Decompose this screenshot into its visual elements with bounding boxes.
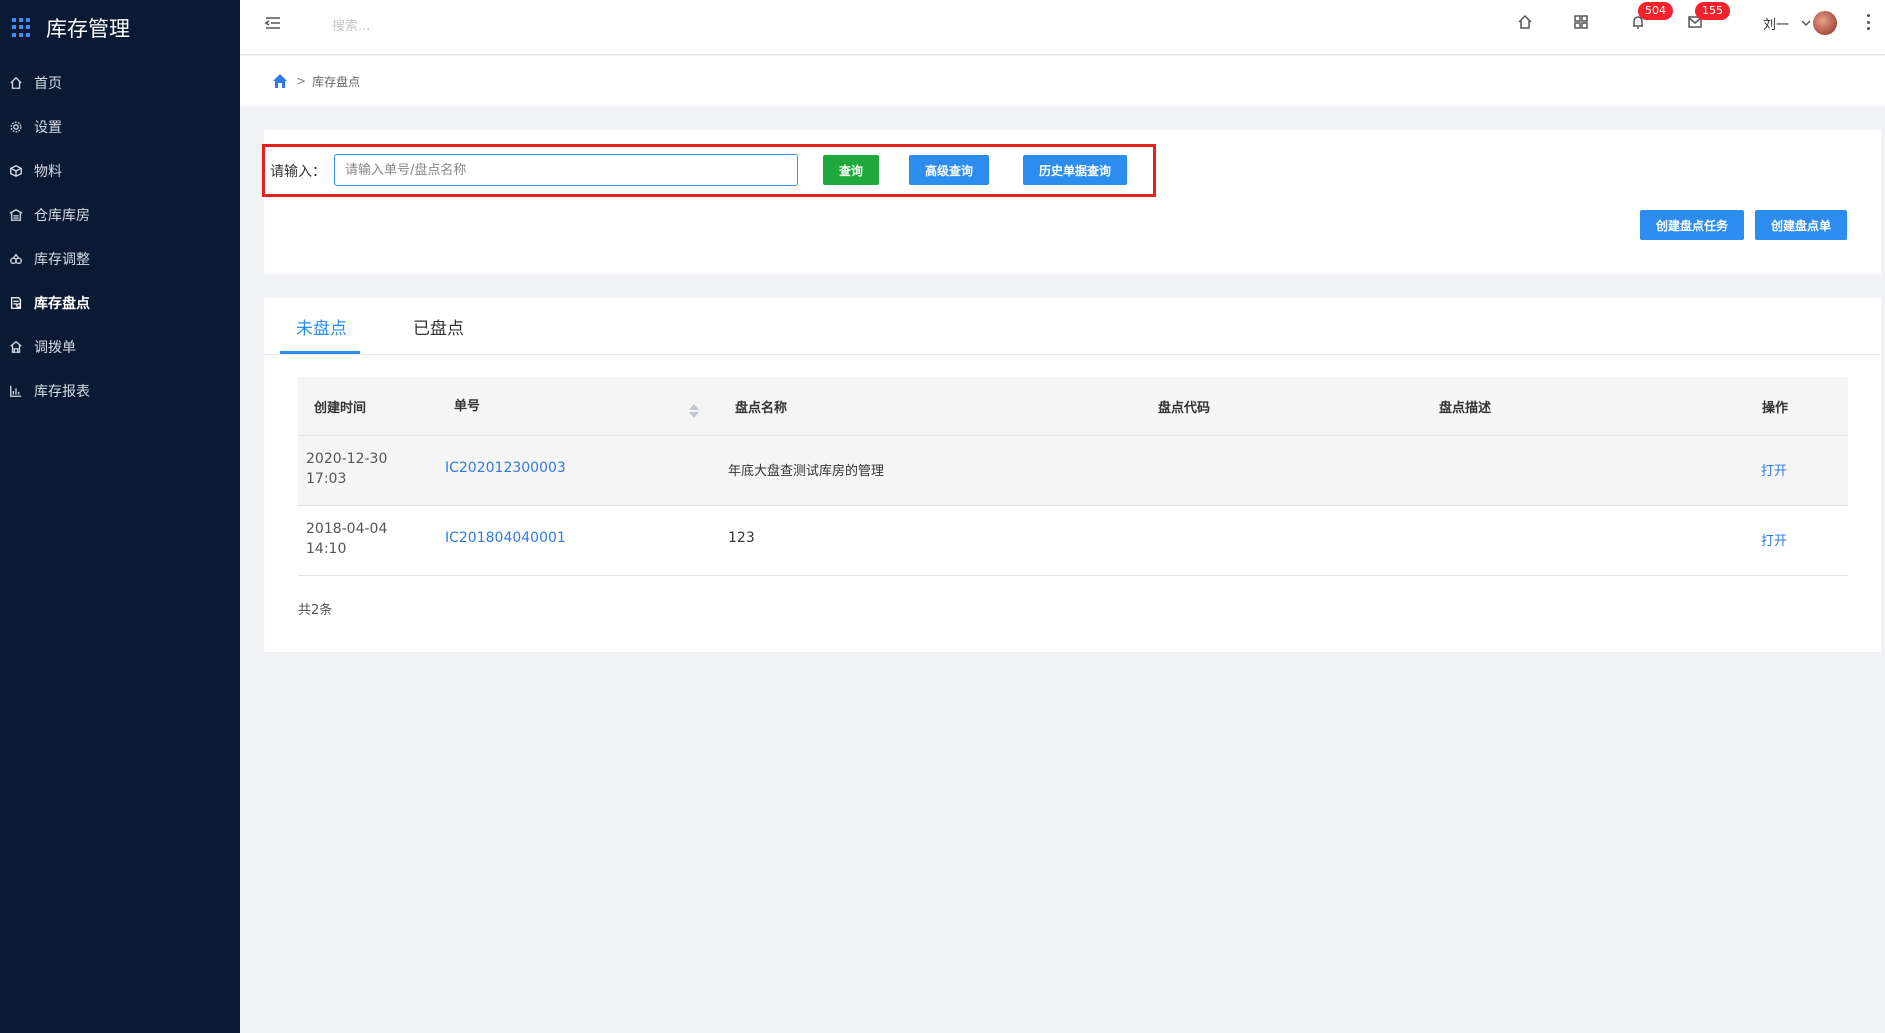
created-clock: 17:03 (306, 471, 347, 487)
sidebar-item-home[interactable]: 首页 (0, 61, 240, 105)
brand: 库存管理 (0, 0, 240, 55)
total-count: 共2条 (298, 603, 333, 618)
created-time-cell: 2020-12-30 17:03 (306, 449, 406, 489)
column-header[interactable]: 单号 (454, 395, 480, 414)
open-link[interactable]: 打开 (1761, 530, 1787, 549)
check-name-cell: 年底大盘查测试库房的管理 (728, 464, 885, 479)
breadcrumb-current: 库存盘点 (312, 74, 361, 89)
home-icon[interactable] (1517, 14, 1535, 32)
create-check-task-button[interactable]: 创建盘点任务 (1640, 210, 1744, 240)
created-date: 2020-12-30 (306, 451, 388, 467)
highlight-box (262, 144, 1156, 197)
adjust-icon (8, 251, 24, 267)
chevron-down-icon[interactable] (1801, 16, 1811, 27)
column-header[interactable]: 盘点代码 (1158, 397, 1210, 416)
home-icon (8, 75, 24, 91)
column-header[interactable]: 盘点名称 (735, 397, 787, 416)
sidebar-item-label: 设置 (34, 120, 62, 136)
sidebar-item-label: 物料 (34, 164, 62, 180)
sidebar-item-label: 库存盘点 (34, 296, 90, 312)
top-header: 504 155 刘一 (240, 0, 1885, 55)
sidebar-item-materials[interactable]: 物料 (0, 149, 240, 193)
sidebar-item-label: 库存报表 (34, 384, 90, 400)
global-search-input[interactable] (332, 14, 512, 38)
sidebar-item-label: 库存调整 (34, 252, 90, 268)
order-number-link[interactable]: IC202012300003 (445, 460, 566, 476)
app-title: 库存管理 (46, 16, 130, 41)
sidebar-item-stock-report[interactable]: 库存报表 (0, 369, 240, 413)
box-icon (8, 163, 24, 179)
column-header[interactable]: 创建时间 (314, 397, 366, 416)
table-header: 创建时间 单号 盘点名称 盘点代码 盘点描述 操作 (298, 377, 1848, 436)
inventory-check-icon (8, 295, 24, 311)
notification-badge: 504 (1638, 2, 1673, 20)
message-icon[interactable]: 155 (1687, 2, 1730, 32)
sidebar-item-transfer[interactable]: 调拨单 (0, 325, 240, 369)
column-header: 操作 (1762, 401, 1789, 416)
active-tab-indicator (280, 351, 360, 354)
tab-checked[interactable]: 已盘点 (413, 314, 464, 339)
sidebar-item-settings[interactable]: 设置 (0, 105, 240, 149)
tab-bar: 未盘点 已盘点 (264, 298, 1881, 355)
table-row: 2020-12-30 17:03 IC202012300003 年底大盘查测试库… (298, 436, 1848, 506)
bar-chart-icon (8, 383, 24, 399)
check-name-cell: 123 (728, 530, 755, 546)
breadcrumb-separator: > (296, 74, 307, 88)
home-icon[interactable] (272, 73, 288, 89)
breadcrumb: > 库存盘点 (240, 56, 1885, 106)
created-date: 2018-04-04 (306, 521, 388, 537)
notification-bell-icon[interactable]: 504 (1630, 2, 1673, 32)
settings-icon (8, 119, 24, 135)
menu-collapse-icon[interactable] (263, 13, 283, 33)
more-vertical-icon[interactable] (1867, 14, 1871, 30)
sort-icon[interactable] (688, 402, 700, 420)
sidebar-item-warehouse[interactable]: 仓库库房 (0, 193, 240, 237)
column-header[interactable]: 盘点描述 (1439, 397, 1491, 416)
avatar[interactable] (1813, 11, 1837, 35)
user-name[interactable]: 刘一 (1763, 14, 1789, 33)
sidebar: 库存管理 首页 设置 物料 仓库库房 库存调整 库存盘点 调拨单 库存报表 (0, 0, 240, 1033)
created-time-cell: 2018-04-04 14:10 (306, 519, 406, 559)
sidebar-item-label: 仓库库房 (34, 208, 90, 224)
order-number-link[interactable]: IC201804040001 (445, 530, 566, 546)
message-badge: 155 (1695, 2, 1730, 20)
transfer-icon (8, 339, 24, 355)
sidebar-menu: 首页 设置 物料 仓库库房 库存调整 库存盘点 调拨单 库存报表 (0, 61, 240, 413)
sidebar-item-label: 调拨单 (34, 340, 76, 356)
sidebar-item-stock-adjust[interactable]: 库存调整 (0, 237, 240, 281)
tab-unchecked[interactable]: 未盘点 (296, 314, 347, 339)
create-check-sheet-button[interactable]: 创建盘点单 (1755, 210, 1847, 240)
apps-grid-icon[interactable] (1573, 14, 1591, 32)
open-link[interactable]: 打开 (1761, 460, 1787, 479)
sidebar-item-stock-check[interactable]: 库存盘点 (0, 281, 240, 325)
sidebar-item-label: 首页 (34, 76, 62, 92)
created-clock: 14:10 (306, 541, 347, 557)
inventory-check-table: 创建时间 单号 盘点名称 盘点代码 盘点描述 操作 2020-12-30 17:… (298, 377, 1848, 576)
app-grid-icon[interactable] (12, 17, 32, 38)
table-row: 2018-04-04 14:10 IC201804040001 123 打开 (298, 506, 1848, 576)
warehouse-icon (8, 207, 24, 223)
